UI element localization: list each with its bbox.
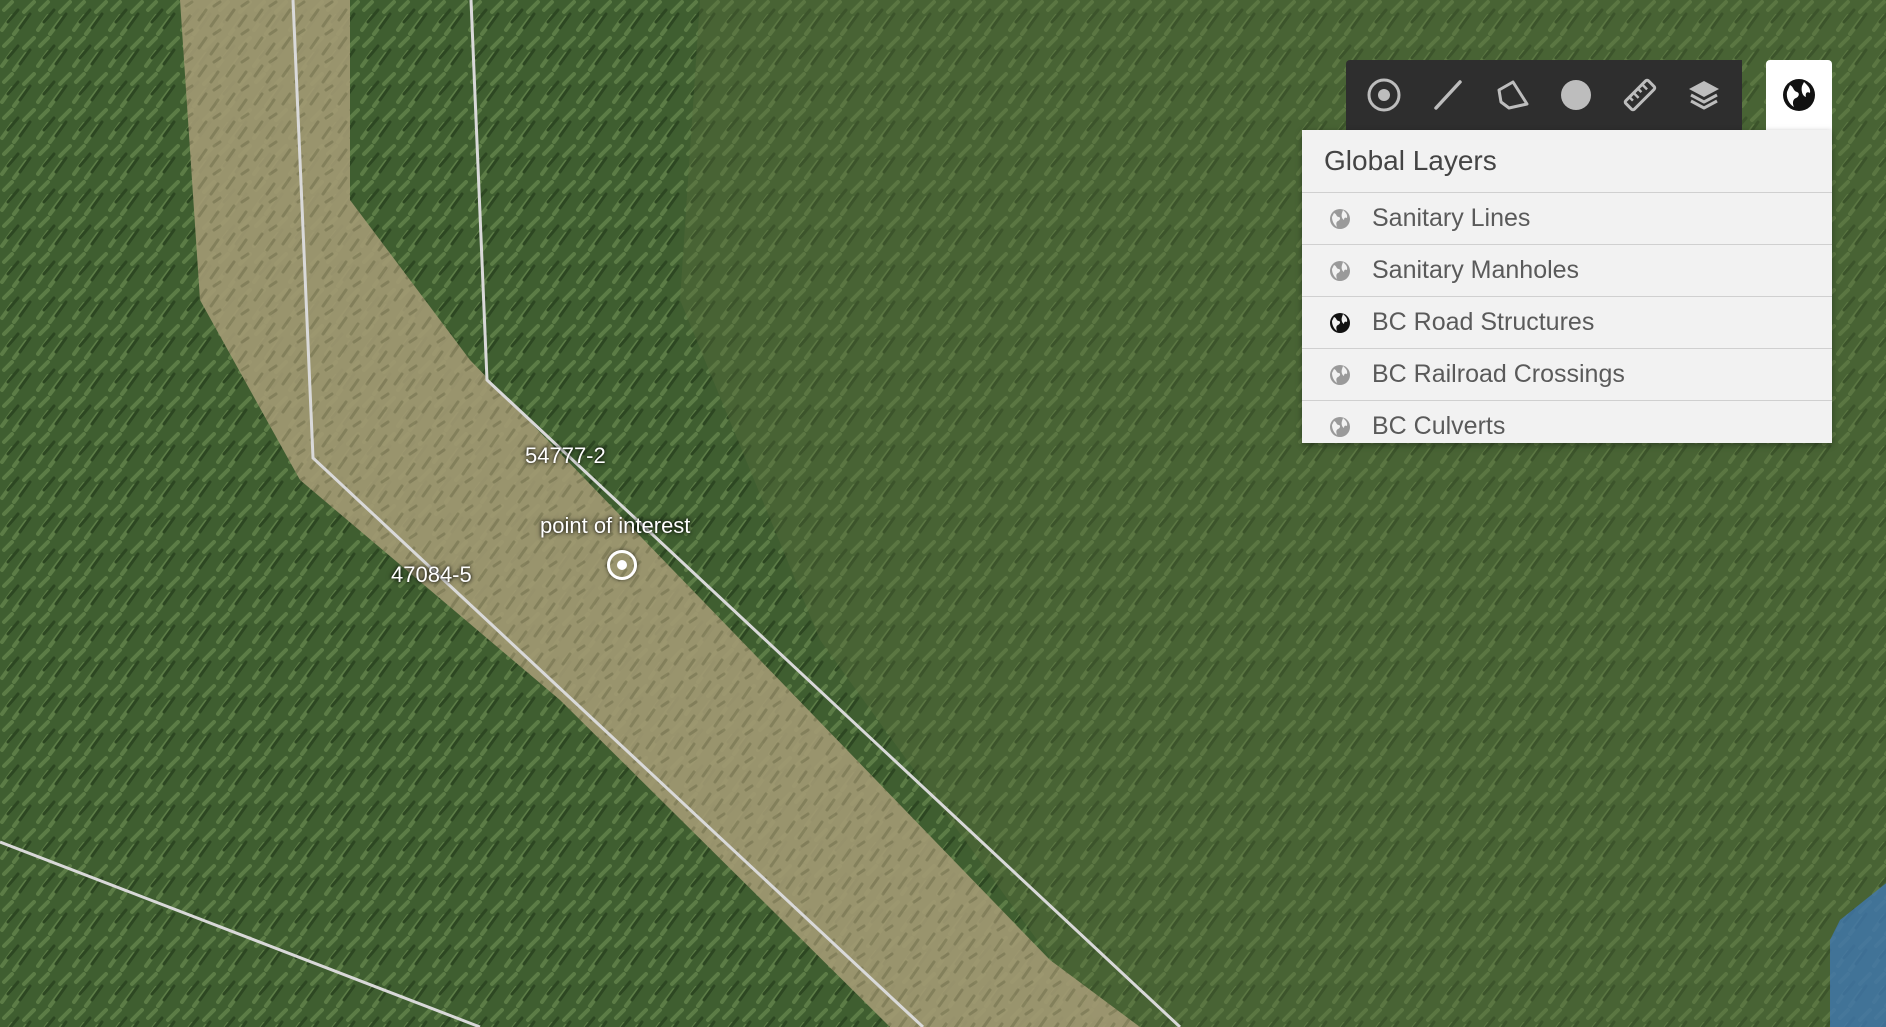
global-layers-panel: Global Layers Sanitary Lines Sanitary Ma… (1302, 130, 1832, 443)
layer-item-bc-railroad-crossings[interactable]: BC Railroad Crossings (1302, 348, 1832, 400)
poi-label: point of interest (540, 513, 691, 538)
line-icon (1434, 80, 1462, 110)
layer-label: BC Road Structures (1372, 308, 1595, 336)
water-feature (1830, 883, 1886, 1027)
parcel-label: 47084-5 (391, 562, 472, 587)
layers-tool-button[interactable] (1678, 69, 1730, 121)
line-tool-button[interactable] (1422, 69, 1474, 121)
layer-label: Sanitary Lines (1372, 204, 1531, 232)
layer-item-sanitary-lines[interactable]: Sanitary Lines (1302, 192, 1832, 244)
circle-icon (1561, 80, 1591, 110)
layer-label: BC Culverts (1372, 412, 1506, 440)
global-layers-toggle-button[interactable] (1766, 60, 1832, 130)
poi-marker[interactable] (607, 550, 637, 580)
layer-item-bc-road-structures[interactable]: BC Road Structures (1302, 296, 1832, 348)
measure-tool-button[interactable] (1614, 69, 1666, 121)
globe-icon (1328, 259, 1352, 283)
ruler-icon (1623, 78, 1657, 112)
panel-title: Global Layers (1324, 145, 1497, 176)
circle-tool-button[interactable] (1550, 69, 1602, 121)
layer-label: Sanitary Manholes (1372, 256, 1580, 284)
target-icon (1367, 78, 1401, 112)
polygon-icon (1497, 80, 1529, 110)
globe-icon-active (1328, 311, 1352, 335)
globe-icon (1783, 79, 1815, 111)
layer-label: BC Railroad Crossings (1372, 360, 1625, 388)
globe-icon (1328, 415, 1352, 439)
globe-icon (1328, 207, 1352, 231)
polygon-tool-button[interactable] (1486, 69, 1538, 121)
globe-icon (1328, 363, 1352, 387)
layers-icon (1689, 81, 1719, 110)
layer-item-sanitary-manholes[interactable]: Sanitary Manholes (1302, 244, 1832, 296)
drawing-toolbar (1346, 60, 1742, 130)
layer-item-bc-culverts[interactable]: BC Culverts (1302, 400, 1832, 452)
parcel-label: 54777-2 (525, 443, 606, 468)
marker-tool-button[interactable] (1358, 69, 1410, 121)
